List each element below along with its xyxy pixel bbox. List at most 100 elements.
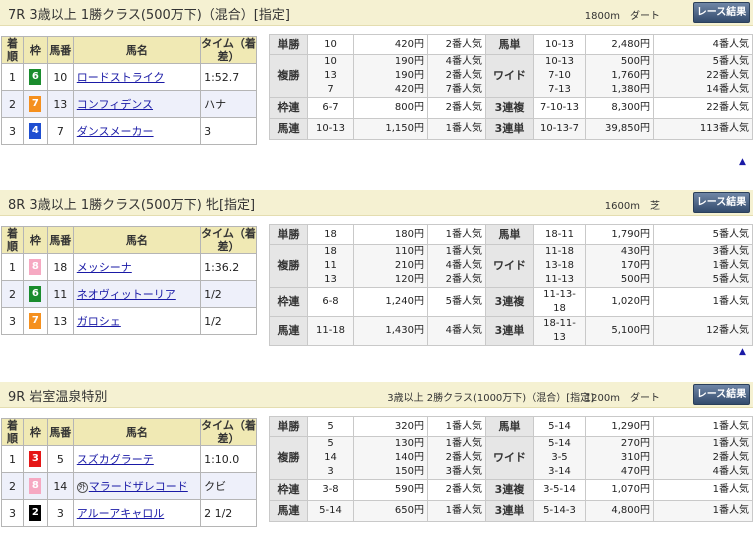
payout-line: 2番人気: [445, 70, 482, 81]
payout-line: 270円: [620, 438, 650, 449]
waku-badge: 7: [29, 313, 42, 329]
time-cell: ハナ: [200, 90, 257, 118]
payout-label: 馬連: [269, 500, 308, 522]
page-top-icon[interactable]: ▲: [739, 157, 746, 167]
payout-row: 複勝 10 13 7 190円 190円 420円 4番人気 2番人気 7番人気 ワイド 10-13 7…: [269, 54, 753, 98]
payout-pop: 1番人気: [427, 416, 486, 437]
rank-cell: 1: [1, 253, 24, 281]
payout-line: 3: [327, 466, 334, 477]
payout-yen: 1,790円: [585, 224, 654, 245]
payout-line: 13: [324, 274, 337, 285]
payout-line: 11-13: [544, 274, 575, 285]
payout-line: 18: [324, 246, 337, 257]
race-result-button[interactable]: レース結果: [693, 2, 750, 23]
race-result-button[interactable]: レース結果: [693, 384, 750, 405]
race-title: 8R 3歳以上 1勝クラス(500万下) 牝[指定]: [8, 198, 256, 213]
horse-name-link[interactable]: ダンスメーカー: [77, 125, 154, 138]
horse-name-cell: ロードストライク: [72, 63, 202, 91]
time-cell: 1/2: [200, 280, 257, 308]
umaban-cell: 13: [46, 90, 74, 118]
waku-cell: 3: [22, 445, 48, 473]
payout-yen: 320円: [353, 416, 428, 437]
payout-label: 3連複: [485, 479, 534, 501]
race-result-button[interactable]: レース結果: [693, 192, 750, 213]
payout-yen: 1,430円: [353, 316, 428, 346]
race-distance: 1600m 芝: [604, 201, 660, 212]
waku-badge: 7: [29, 96, 42, 112]
waku-badge: 6: [29, 69, 42, 85]
payout-line: 7: [327, 84, 334, 95]
payout-pop: 1番人気: [653, 416, 753, 437]
horse-name-link[interactable]: スズカグラーテ: [77, 453, 154, 466]
payout-line: 7-13: [548, 84, 571, 95]
payout-line: 7番人気: [445, 84, 482, 95]
table-row: 1 6 10 ロードストライク 1:52.7: [1, 63, 257, 91]
payout-line: 3番人気: [712, 246, 749, 257]
payout-pop: 1番人気: [427, 118, 486, 140]
col-umaban: 馬番: [46, 226, 74, 254]
race-distance: 1200m ダート: [584, 393, 660, 404]
payout-table: 単勝 10 420円 2番人気 馬単 10-13 2,480円 4番人気 複勝 10 13 7 190円…: [269, 34, 753, 140]
payout-line: 170円: [620, 260, 650, 271]
results-table: 着順枠馬番 馬名 タイム（着差） 1 6 10 ロードストライク 1:52.7 2 7 13 コンフィ…: [1, 36, 257, 145]
waku-badge: 2: [29, 505, 42, 521]
payout-label: 複勝: [269, 244, 308, 288]
horse-name-link[interactable]: マラードザレコード: [89, 480, 188, 493]
horse-name-link[interactable]: ガロシェ: [77, 315, 121, 328]
payout-line: 5: [327, 438, 334, 449]
horse-name-link[interactable]: コンフィデンス: [77, 98, 153, 111]
payout-multiline: 1番人気 2番人気 3番人気: [427, 436, 486, 480]
horse-name-cell: コンフィデンス: [72, 90, 202, 118]
payout-line: 310円: [620, 452, 650, 463]
rank-cell: 3: [1, 499, 24, 527]
payout-line: 4番人気: [445, 56, 482, 67]
payout-row: 枠連 3-8 590円 2番人気 3連複 3-5-14 1,070円 1番人気: [269, 479, 753, 501]
table-row: 2 8 14 外マラードザレコード クビ: [1, 472, 257, 500]
payout-line: 1,760円: [611, 70, 650, 81]
payout-combo: 18: [307, 224, 354, 245]
payout-combo: 5-14-3: [533, 500, 586, 522]
waku-cell: 4: [22, 117, 48, 145]
payout-label: ワイド: [485, 244, 534, 288]
horse-name-link[interactable]: ロードストライク: [77, 71, 165, 84]
payout-multiline: 500円 1,760円 1,380円: [585, 54, 654, 98]
payout-line: 2番人気: [445, 452, 482, 463]
horse-name-link[interactable]: ネオヴィットーリア: [77, 288, 176, 301]
col-rank: 着順: [1, 36, 24, 64]
payout-line: 5-14: [548, 438, 571, 449]
payout-line: 13: [324, 70, 337, 81]
payout-label: 3連複: [485, 97, 534, 119]
col-waku: 枠: [22, 36, 48, 64]
payout-label: 馬単: [485, 34, 534, 55]
payout-yen: 420円: [353, 34, 428, 55]
payout-multiline: 3番人気 1番人気 5番人気: [653, 244, 753, 288]
payout-line: 150円: [394, 466, 424, 477]
payout-label: 3連単: [485, 500, 534, 522]
payout-line: 120円: [394, 274, 424, 285]
payout-label: 馬連: [269, 316, 308, 346]
payout-combo: 3-8: [307, 479, 354, 501]
race-header: 9R 岩室温泉特別 3歳以上 2勝クラス(1000万下)（混合）[指定] 1200m…: [0, 382, 753, 408]
payout-yen: 5,100円: [585, 316, 654, 346]
payout-line: 470円: [620, 466, 650, 477]
rank-cell: 2: [1, 472, 24, 500]
umaban-cell: 14: [46, 472, 74, 500]
waku-cell: 6: [22, 63, 48, 91]
payout-pop: 113番人気: [653, 118, 753, 140]
table-row: 1 8 18 メッシーナ 1:36.2: [1, 253, 257, 281]
rank-cell: 3: [1, 307, 24, 335]
horse-name-link[interactable]: アルーアキャロル: [77, 507, 164, 520]
horse-name-cell: 外マラードザレコード: [72, 472, 202, 500]
col-umaban: 馬番: [46, 36, 74, 64]
horse-name-link[interactable]: メッシーナ: [77, 261, 132, 274]
rank-cell: 1: [1, 63, 24, 91]
rank-cell: 2: [1, 280, 24, 308]
payout-label: 3連単: [485, 118, 534, 140]
payout-combo: 10-13: [307, 118, 354, 140]
page-top-icon[interactable]: ▲: [739, 347, 746, 357]
payout-yen: 1,070円: [585, 479, 654, 501]
waku-cell: 7: [22, 90, 48, 118]
payout-yen: 1,240円: [353, 287, 428, 317]
horse-name-cell: メッシーナ: [72, 253, 202, 281]
payout-combo: 7-10-13: [533, 97, 586, 119]
